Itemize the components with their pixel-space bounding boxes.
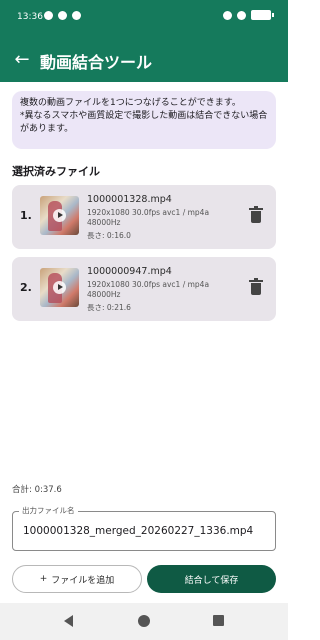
arrow-left-icon: ← (14, 48, 30, 70)
file-card[interactable]: 1. 1000001328.mp4 1920x1080 30.0fps avc1… (12, 185, 276, 249)
nav-home-icon[interactable] (138, 615, 150, 627)
app-bar: ← 動画結合ツール (0, 36, 288, 82)
play-icon (53, 209, 66, 222)
wifi-icon (237, 10, 246, 20)
nav-recents-icon[interactable] (213, 615, 224, 626)
video-thumbnail[interactable] (40, 268, 79, 307)
nav-back-icon[interactable] (64, 615, 73, 627)
add-file-button[interactable]: + ファイルを追加 (12, 565, 142, 593)
file-card[interactable]: 2. 1000000947.mp4 1920x1080 30.0fps avc1… (12, 257, 276, 321)
back-button[interactable]: ← (10, 47, 34, 71)
trash-icon (249, 206, 263, 223)
output-filename-label: 出力ファイル名 (19, 505, 78, 516)
output-filename-value[interactable]: 1000001328_merged_20260227_1336.mp4 (23, 525, 253, 537)
notification-icon (44, 11, 53, 20)
file-index: 1. (20, 209, 32, 222)
settings-icon (72, 11, 81, 20)
page-title: 動画結合ツール (40, 53, 153, 72)
system-icons (223, 10, 274, 20)
butterfly-icon (58, 11, 67, 20)
merge-save-label: 結合して保存 (184, 575, 239, 586)
delete-button[interactable] (248, 206, 264, 225)
merge-save-button[interactable]: 結合して保存 (147, 565, 276, 593)
file-length: 長さ: 0:16.0 (87, 231, 131, 240)
plus-icon: + (39, 574, 48, 584)
play-icon (53, 281, 66, 294)
file-index: 2. (20, 281, 32, 294)
file-audio: 48000Hz (87, 218, 121, 227)
system-nav-bar (0, 603, 288, 640)
file-name: 1000001328.mp4 (87, 194, 172, 205)
video-thumbnail[interactable] (40, 196, 79, 235)
info-card: 複数の動画ファイルを1つにつなげることができます。 *異なるスマホや画質設定で撮… (12, 91, 276, 149)
info-text-line2: *異なるスマホや画質設定で撮影した動画は結合できない場合があります。 (20, 111, 268, 134)
battery-icon (251, 10, 274, 20)
file-spec: 1920x1080 30.0fps avc1 / mp4a (87, 208, 210, 217)
total-duration: 合計: 0:37.6 (12, 485, 62, 495)
selected-files-title: 選択済みファイル (12, 165, 100, 178)
status-bar: 13:36 (0, 0, 288, 36)
file-length: 長さ: 0:21.6 (87, 303, 131, 312)
trash-icon (249, 278, 263, 295)
output-filename-field[interactable]: 出力ファイル名 1000001328_merged_20260227_1336.… (12, 505, 276, 551)
notification-icons (44, 11, 81, 20)
alarm-icon (223, 10, 232, 20)
add-file-label: ファイルを追加 (51, 575, 115, 586)
file-audio: 48000Hz (87, 290, 121, 299)
file-name: 1000000947.mp4 (87, 266, 172, 277)
file-spec: 1920x1080 30.0fps avc1 / mp4a (87, 280, 210, 289)
info-text-line1: 複数の動画ファイルを1つにつなげることができます。 (20, 98, 241, 108)
status-time: 13:36 (17, 12, 43, 22)
delete-button[interactable] (248, 278, 264, 297)
